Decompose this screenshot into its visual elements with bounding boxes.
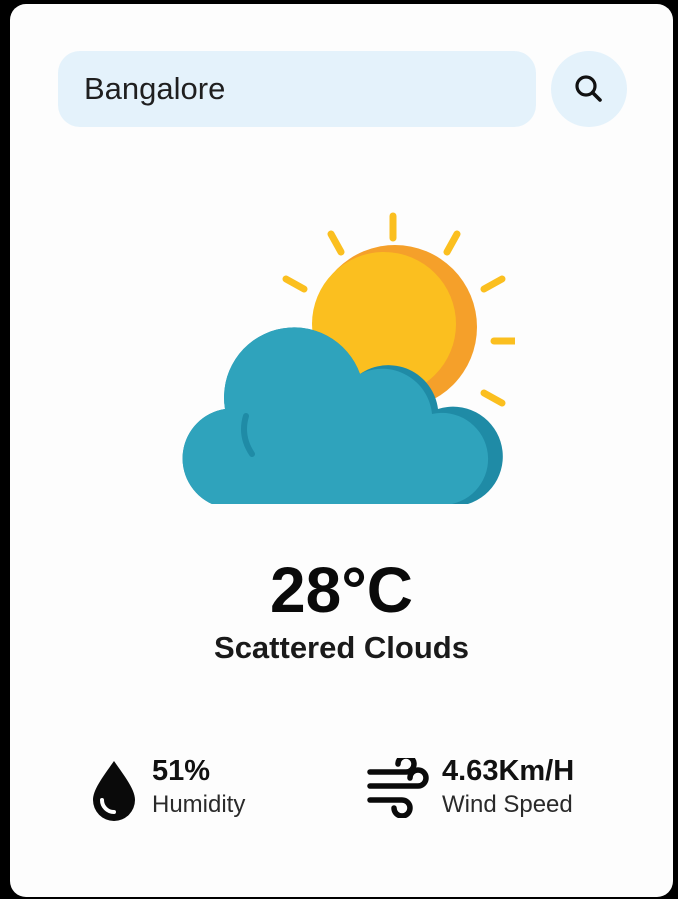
- search-icon: [575, 75, 602, 102]
- humidity-label: Humidity: [152, 791, 246, 818]
- water-drop-icon: [93, 761, 135, 821]
- wind-icon: [367, 758, 429, 818]
- temperature: 28°C: [270, 554, 413, 626]
- weather-card: 28°C Scattered Clouds 51% Humidity 4.63K…: [10, 4, 673, 897]
- sun-behind-cloud-icon: [182, 212, 515, 504]
- weather-condition: Scattered Clouds: [214, 630, 469, 665]
- search-bar: [58, 51, 628, 131]
- search-input[interactable]: [58, 51, 536, 127]
- wind-stat: 4.63Km/H Wind Speed: [366, 752, 626, 828]
- humidity-value: 51%: [152, 755, 211, 787]
- wind-speed-value: 4.63Km/H: [442, 755, 575, 787]
- wind-speed-label: Wind Speed: [442, 791, 573, 818]
- search-button[interactable]: [551, 51, 627, 127]
- humidity-stat: 51% Humidity: [90, 752, 290, 828]
